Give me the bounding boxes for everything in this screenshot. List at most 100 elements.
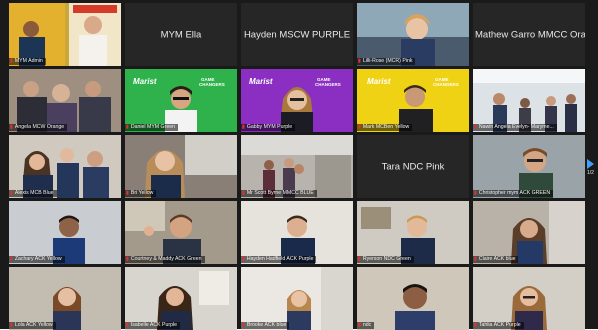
mic-muted-icon: ▮	[10, 190, 13, 196]
participant-name-label: ▮ Claire ACK blue	[473, 256, 519, 263]
participant-name-label: ▮ Mr Scott Byrne MMCC BLUE	[241, 190, 317, 197]
video-feed	[357, 3, 469, 66]
participant-name-label: ▮ Isabelle ACK Purple	[125, 322, 180, 329]
next-page-button[interactable]: 1/2	[583, 157, 598, 179]
mic-muted-icon: ▮	[242, 124, 245, 130]
participant-name-label: ▮ Alexis MCB Blue	[9, 190, 57, 197]
video-feed: Marist GAME CHANGERS	[241, 69, 353, 132]
participant-name-label: ▮ Courtney & Maddy ACK Green	[125, 256, 205, 263]
participant-name-label: ▮ Nawin Angela Evelyn- Maryme...	[473, 124, 557, 131]
svg-text:CHANGERS: CHANGERS	[199, 82, 225, 87]
mic-muted-icon: ▮	[126, 124, 129, 130]
participant-tile[interactable]: ▮ Isabelle ACK Purple	[125, 267, 237, 330]
participant-tile[interactable]: Marist GAME CHANGERS ▮ Gabby MYM Purple	[241, 69, 353, 132]
participant-tile[interactable]: ▮ Mr Scott Byrne MMCC BLUE	[241, 135, 353, 198]
video-feed	[241, 267, 353, 330]
mic-muted-icon: ▮	[126, 190, 129, 196]
participant-name: Mathew Garro MMCC Oran...	[475, 29, 585, 40]
participant-tile[interactable]: ▮ Ryerson NDC Green	[357, 201, 469, 264]
next-page-arrow-icon	[587, 159, 594, 169]
video-feed	[9, 201, 121, 264]
participant-tile[interactable]: ▮ Brooke ACK blue	[241, 267, 353, 330]
mic-muted-icon: ▮	[10, 124, 13, 130]
participant-tile[interactable]: ▮ Nawin Angela Evelyn- Maryme...	[473, 69, 585, 132]
participant-tile[interactable]: Tara NDC Pink	[357, 135, 469, 198]
participant-tile[interactable]: ▮ Hayden Hadfield ACK Purple	[241, 201, 353, 264]
video-gallery: ▮ MYM Admin MYM Ella Hayden MSCW PURPLE ▮…	[0, 0, 598, 330]
video-feed	[9, 135, 121, 198]
participant-name-label: ▮ Angela MCW Orange	[9, 124, 68, 131]
mic-muted-icon: ▮	[242, 190, 245, 196]
page-count: 1/2	[587, 170, 594, 176]
participant-name-label: ▮ Mark MCBen Yellow	[357, 124, 413, 131]
mic-muted-icon: ▮	[10, 58, 13, 64]
participant-name-label: ▮ Bri Yellow	[125, 190, 157, 197]
svg-text:Marist: Marist	[249, 77, 273, 86]
video-feed	[9, 267, 121, 330]
participant-tile[interactable]: ▮ Tahlia ACK Purple	[473, 267, 585, 330]
mic-muted-icon: ▮	[10, 256, 13, 262]
participant-name: MYM Ella	[160, 29, 202, 40]
mic-muted-icon: ▮	[10, 322, 13, 328]
mic-muted-icon: ▮	[358, 58, 361, 64]
mic-muted-icon: ▮	[358, 322, 361, 328]
participant-name-label: ▮ Daniel MYM Green	[125, 124, 178, 131]
mic-muted-icon: ▮	[358, 256, 361, 262]
participant-name-label: ▮ Christopher mym ACK GREEN	[473, 190, 554, 197]
participant-name-label: ▮ ndc	[357, 322, 375, 329]
participant-tile[interactable]: ▮ Christopher mym ACK GREEN	[473, 135, 585, 198]
mic-muted-icon: ▮	[242, 256, 245, 262]
video-feed	[241, 201, 353, 264]
video-feed	[357, 201, 469, 264]
video-feed	[241, 135, 353, 198]
svg-text:CHANGERS: CHANGERS	[315, 82, 341, 87]
participant-tile[interactable]: Marist GAME CHANGERS ▮ Mark MCBen Yellow	[357, 69, 469, 132]
mic-muted-icon: ▮	[126, 256, 129, 262]
participant-name-label: ▮ Tahlia ACK Purple	[473, 322, 524, 329]
video-feed	[125, 135, 237, 198]
video-feed	[357, 267, 469, 330]
participant-name-label: ▮ Hayden Hadfield ACK Purple	[241, 256, 317, 263]
participant-name-label: ▮ Lilli-Rose (MCR) Pink	[357, 58, 416, 65]
mic-muted-icon: ▮	[358, 124, 361, 130]
participant-tile[interactable]: ▮ Alexis MCB Blue	[9, 135, 121, 198]
participant-tile[interactable]: Hayden MSCW PURPLE	[241, 3, 353, 66]
svg-text:CHANGERS: CHANGERS	[433, 82, 459, 87]
video-feed: Marist GAME CHANGERS	[357, 69, 469, 132]
video-feed	[9, 69, 121, 132]
participant-name-label: ▮ Gabby MYM Purple	[241, 124, 296, 131]
participant-tile[interactable]: ▮ Angela MCW Orange	[9, 69, 121, 132]
participant-tile[interactable]: ▮ Claire ACK blue	[473, 201, 585, 264]
participant-tile[interactable]: ▮ Lilli-Rose (MCR) Pink	[357, 3, 469, 66]
video-feed	[473, 267, 585, 330]
participant-tile[interactable]: ▮ Lola ACK Yellow	[9, 267, 121, 330]
participant-tile[interactable]: Mathew Garro MMCC Oran...	[473, 3, 585, 66]
participant-tile[interactable]: ▮ Courtney & Maddy ACK Green	[125, 201, 237, 264]
participant-tile[interactable]: Marist GAME CHANGERS ▮ Daniel MYM Green	[125, 69, 237, 132]
video-feed	[9, 3, 121, 66]
participant-name-label: ▮ Zachary ACK Yellow	[9, 256, 65, 263]
mic-muted-icon: ▮	[126, 322, 129, 328]
video-feed	[473, 69, 585, 132]
mic-muted-icon: ▮	[474, 322, 477, 328]
svg-text:Marist: Marist	[133, 77, 157, 86]
participant-tile[interactable]: ▮ Bri Yellow	[125, 135, 237, 198]
participant-name: Tara NDC Pink	[381, 161, 445, 172]
participant-grid: ▮ MYM Admin MYM Ella Hayden MSCW PURPLE ▮…	[9, 3, 587, 330]
participant-name-label: ▮ MYM Admin	[9, 58, 46, 65]
participant-tile[interactable]: ▮ MYM Admin	[9, 3, 121, 66]
participant-name-label: ▮ Ryerson NDC Green	[357, 256, 414, 263]
participant-name-label: ▮ Brooke ACK blue	[241, 322, 290, 329]
svg-text:Marist: Marist	[367, 77, 391, 86]
video-feed	[125, 201, 237, 264]
participant-tile[interactable]: ▮ Zachary ACK Yellow	[9, 201, 121, 264]
video-feed: Marist GAME CHANGERS	[125, 69, 237, 132]
mic-muted-icon: ▮	[474, 124, 477, 130]
participant-tile[interactable]: ▮ ndc	[357, 267, 469, 330]
video-feed	[473, 201, 585, 264]
mic-muted-icon: ▮	[474, 190, 477, 196]
participant-tile[interactable]: MYM Ella	[125, 3, 237, 66]
mic-muted-icon: ▮	[242, 322, 245, 328]
participant-name: Hayden MSCW PURPLE	[243, 29, 351, 40]
video-feed	[473, 135, 585, 198]
